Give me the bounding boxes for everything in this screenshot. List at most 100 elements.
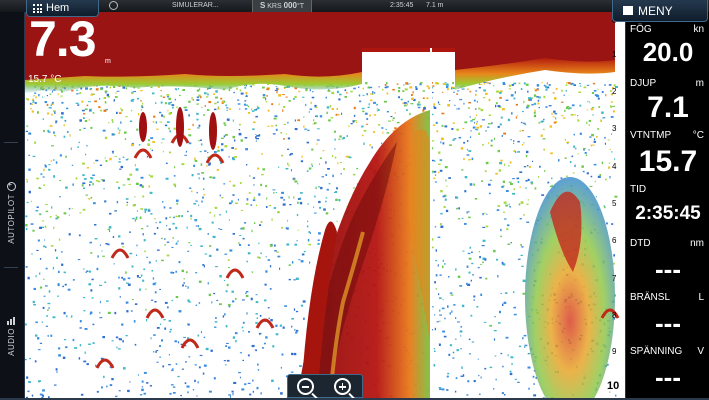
data-box-time[interactable]: TID 2:35:45 — [626, 184, 709, 236]
sonar-speckle — [116, 346, 118, 349]
sonar-speckle — [219, 214, 222, 216]
sonar-speckle — [278, 166, 280, 168]
sonar-speckle — [487, 123, 491, 125]
sonar-speckle — [103, 188, 105, 190]
sonar-speckle — [433, 348, 436, 350]
autopilot-tab[interactable]: AUTOPILOT — [3, 180, 19, 244]
sonar-speckle — [542, 128, 545, 130]
sonar-speckle — [48, 290, 51, 293]
sonar-speckle — [275, 333, 279, 336]
sonar-speckle — [446, 185, 448, 187]
sonar-speckle — [488, 98, 491, 102]
sonar-speckle — [162, 201, 164, 203]
data-box-dtd[interactable]: DTD nm --- — [626, 238, 709, 290]
sonar-speckle — [172, 237, 174, 239]
sonar-speckle — [497, 125, 500, 128]
audio-tab[interactable]: AUDIO — [3, 317, 19, 356]
sonar-speckle — [155, 102, 157, 104]
sonar-speckle — [350, 123, 353, 125]
sonar-speckle — [107, 311, 111, 314]
sonar-speckle — [361, 134, 364, 137]
sonar-speckle — [155, 222, 157, 224]
data-box-depth[interactable]: DJUP m 7.1 — [626, 78, 709, 130]
sonar-speckle — [118, 158, 121, 160]
sonar-speckle — [496, 258, 499, 261]
sonar-speckle — [242, 227, 245, 230]
data-box-voltage[interactable]: SPÄNNING V --- — [626, 346, 709, 398]
sonar-speckle — [452, 357, 455, 359]
sonar-speckle — [27, 276, 30, 280]
sonar-speckle — [452, 87, 455, 90]
sonar-speckle — [410, 94, 413, 96]
strip-divider — [4, 267, 18, 268]
zoom-out-icon[interactable] — [297, 378, 314, 395]
sonar-speckle — [88, 118, 90, 121]
sonar-speckle — [136, 182, 139, 185]
sonar-speckle — [529, 98, 532, 101]
sonar-speckle — [266, 206, 268, 208]
sonar-speckle — [315, 106, 318, 109]
sonar-speckle — [232, 135, 235, 139]
sonar-speckle — [238, 372, 241, 374]
data-box-water-temp[interactable]: VTNTMP °C 15.7 — [626, 130, 709, 182]
data-box-fuel[interactable]: BRÄNSL L --- — [626, 292, 709, 344]
sonar-speckle — [499, 310, 501, 314]
menu-button[interactable]: MENY — [612, 0, 708, 22]
sonar-speckle — [234, 156, 237, 158]
sonar-speckle — [291, 352, 294, 356]
sonar-speckle — [442, 91, 444, 93]
sonar-speckle — [154, 218, 156, 220]
sonar-speckle — [439, 169, 443, 172]
sonar-speckle — [470, 314, 473, 317]
sonar-speckle — [426, 97, 429, 100]
sonar-speckle — [532, 160, 534, 162]
sonar-speckle — [499, 96, 502, 99]
sonar-speckle — [502, 180, 505, 183]
sonar-speckle — [118, 112, 122, 114]
data-box-sog[interactable]: FÖG kn 20.0 — [626, 24, 709, 74]
sonar-speckle — [204, 253, 208, 255]
sonar-speckle — [247, 112, 251, 114]
sonar-speckle — [143, 371, 147, 374]
sonar-speckle — [308, 111, 310, 113]
sonar-speckle — [499, 91, 502, 94]
sonar-speckle — [447, 372, 450, 375]
sonar-speckle — [42, 389, 45, 392]
sonar-speckle — [108, 122, 110, 124]
sonar-speckle — [356, 167, 359, 170]
sonar-speckle — [468, 257, 472, 260]
sonar-speckle — [461, 366, 463, 369]
sonar-speckle — [168, 112, 172, 115]
sonar-speckle — [160, 90, 162, 92]
sonar-speckle — [579, 132, 582, 135]
sonar-speckle — [468, 159, 471, 161]
sonar-speckle — [216, 169, 219, 171]
sonar-speckle — [150, 175, 154, 178]
sonar-speckle — [86, 167, 89, 169]
sonar-echogram[interactable] — [25, 12, 625, 398]
sonar-speckle — [316, 128, 320, 130]
sonar-speckle — [255, 108, 258, 111]
sonar-speckle — [525, 83, 529, 86]
sonar-speckle — [285, 133, 287, 135]
zoom-in-icon[interactable] — [334, 378, 351, 395]
sonar-speckle — [481, 119, 485, 121]
sonar-speckle — [482, 144, 484, 146]
sonar-speckle — [455, 317, 457, 319]
sonar-speckle — [342, 136, 346, 139]
sonar-speckle — [390, 116, 393, 118]
sonar-speckle — [348, 125, 350, 127]
sonar-speckle — [113, 99, 115, 102]
home-button[interactable]: Hem — [26, 0, 99, 17]
sonar-speckle — [579, 85, 582, 87]
sonar-speckle — [300, 260, 304, 263]
sonar-speckle — [448, 353, 451, 356]
sonar-speckle — [185, 150, 187, 153]
sonar-speckle — [136, 244, 138, 247]
sonar-speckle — [229, 249, 233, 252]
sonar-speckle — [201, 172, 205, 174]
sonar-speckle — [283, 138, 286, 140]
sonar-speckle — [178, 310, 182, 313]
sonar-speckle — [555, 117, 557, 120]
sonar-speckle — [548, 84, 551, 86]
